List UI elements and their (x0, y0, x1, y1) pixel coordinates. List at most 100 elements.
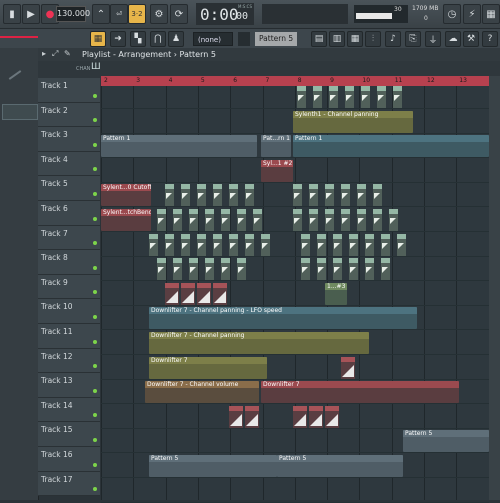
track-header[interactable]: Track 8 (38, 250, 100, 275)
midi-icon[interactable]: ⚡ (463, 4, 481, 24)
audio-clip[interactable] (365, 258, 374, 281)
track-active-led[interactable] (93, 265, 97, 270)
pattern-clip[interactable]: Pattern 5 (277, 455, 403, 477)
plug-icon[interactable]: ⏚ (425, 31, 441, 47)
arrangement-grid[interactable]: Sylenth1 - Channel panning Pattern 1 Pat..… (101, 86, 489, 503)
audio-clip[interactable] (301, 258, 310, 281)
track-header[interactable]: Track 5 (38, 176, 100, 201)
channel-rack-icon[interactable]: ▦ (347, 31, 363, 47)
track-active-led[interactable] (93, 167, 97, 172)
piano-roll-icon[interactable]: ▥ (329, 31, 345, 47)
snap-select[interactable]: (none) (193, 32, 233, 46)
track-header[interactable]: Track 10 (38, 299, 100, 324)
track-header[interactable]: Track 12 (38, 348, 100, 374)
audio-clip[interactable] (221, 209, 230, 231)
track-active-led[interactable] (93, 191, 97, 196)
audio-clip[interactable] (365, 233, 374, 256)
audio-clip[interactable] (261, 233, 270, 256)
audio-clip[interactable] (381, 258, 390, 281)
pattern-clip[interactable]: Pat...rn 1 (261, 135, 291, 158)
track-active-led[interactable] (93, 339, 97, 344)
track-header[interactable]: Track 14 (38, 397, 100, 423)
magnet-icon[interactable]: ⋂ (150, 31, 166, 47)
audio-clip[interactable] (197, 184, 206, 207)
audio-clip[interactable] (361, 86, 370, 108)
help-icon[interactable]: ? (482, 31, 498, 47)
audio-clip[interactable] (373, 209, 382, 231)
audio-clip[interactable] (297, 86, 306, 108)
automation-clip[interactable] (197, 282, 211, 305)
audio-clip[interactable] (165, 233, 174, 256)
edit-icon[interactable] (8, 70, 22, 80)
track-header[interactable]: Track 15 (38, 422, 100, 447)
track-header[interactable]: Track 9 (38, 274, 100, 300)
automation-clip[interactable] (293, 405, 307, 428)
audio-clip[interactable] (301, 233, 310, 256)
track-active-led[interactable] (93, 413, 97, 418)
playlist-icon[interactable]: ▤ (311, 31, 327, 47)
audio-clip[interactable] (309, 184, 318, 207)
track-header[interactable]: Track 11 (38, 324, 100, 349)
cpu-icon[interactable]: ▦ (482, 4, 500, 24)
audio-clip[interactable] (189, 258, 198, 281)
master-volume-bar[interactable] (0, 36, 38, 38)
audio-clip[interactable] (341, 184, 350, 207)
audio-clip[interactable] (253, 209, 262, 231)
track-active-led[interactable] (93, 314, 97, 319)
pencil-icon[interactable]: ✎ (64, 49, 71, 58)
menu-arrow-icon[interactable]: ▸ (42, 49, 46, 58)
mixer-icon[interactable]: ⫶ (365, 31, 381, 47)
track-active-led[interactable] (93, 437, 97, 442)
play-button[interactable]: ▶ (22, 4, 40, 24)
audio-clip[interactable] (349, 258, 358, 281)
track-active-led[interactable] (93, 364, 97, 369)
pattern-selector[interactable]: Pattern 5 (255, 32, 297, 46)
audio-clip[interactable] (317, 258, 326, 281)
snap-icon[interactable]: Ш (91, 62, 101, 72)
track-active-led[interactable] (93, 290, 97, 295)
audio-clip[interactable] (237, 258, 246, 281)
pattern-clip[interactable]: Pattern 5 (403, 430, 489, 453)
audio-clip[interactable] (197, 233, 206, 256)
audio-clip[interactable] (157, 209, 166, 231)
audio-clip[interactable] (325, 209, 334, 231)
track-header[interactable]: Track 7 (38, 225, 100, 251)
track-active-led[interactable] (93, 216, 97, 221)
audio-clip[interactable] (213, 184, 222, 207)
automation-clip[interactable] (309, 405, 323, 428)
loop-record-icon[interactable]: ⟳ (170, 4, 188, 24)
track-active-led[interactable] (93, 118, 97, 123)
clock-icon[interactable]: ◷ (443, 4, 461, 24)
track-header[interactable]: Track 2 (38, 102, 100, 128)
track-header[interactable]: Track 16 (38, 447, 100, 472)
plugin-icon[interactable]: ⎘ (405, 31, 421, 47)
audio-clip[interactable] (341, 209, 350, 231)
timeline-ruler[interactable]: 2 3 4 5 6 7 8 9 10 11 12 13 (101, 76, 489, 86)
audio-clip[interactable] (181, 184, 190, 207)
metronome-icon[interactable]: ⌃ (92, 4, 110, 24)
stamp-icon[interactable]: ♟ (168, 31, 184, 47)
track-header[interactable]: Track 13 (38, 373, 100, 398)
typing-keyboard-icon[interactable]: ▦ (90, 31, 106, 47)
countdown-icon[interactable]: 3·2 (128, 4, 146, 24)
pattern-clip[interactable]: Pattern 1 (293, 135, 489, 158)
audio-clip[interactable] (397, 233, 406, 256)
audio-clip[interactable] (357, 184, 366, 207)
pattern-clip[interactable]: Downlifter 7 - Channel panning - LFO spe… (149, 307, 417, 330)
browser-item[interactable] (2, 104, 38, 120)
automation-clip[interactable] (165, 282, 179, 305)
audio-clip[interactable] (345, 86, 354, 108)
pattern-clip[interactable]: Downlifter 7 (261, 381, 459, 404)
audio-clip[interactable] (181, 233, 190, 256)
automation-clip[interactable] (245, 405, 259, 428)
audio-clip[interactable] (173, 258, 182, 281)
pattern-clip[interactable]: 1...#3 (325, 282, 347, 305)
pattern-song-toggle[interactable]: ▮ (3, 4, 21, 24)
audio-clip[interactable] (149, 233, 158, 256)
audio-clip[interactable] (245, 233, 254, 256)
automation-clip[interactable] (181, 282, 195, 305)
track-header[interactable]: Track 4 (38, 151, 100, 177)
pattern-clip[interactable]: Downlifter 7 (149, 356, 267, 379)
pattern-clip[interactable]: Sylent...tchBend (101, 209, 151, 231)
automation-clip[interactable] (213, 282, 227, 305)
